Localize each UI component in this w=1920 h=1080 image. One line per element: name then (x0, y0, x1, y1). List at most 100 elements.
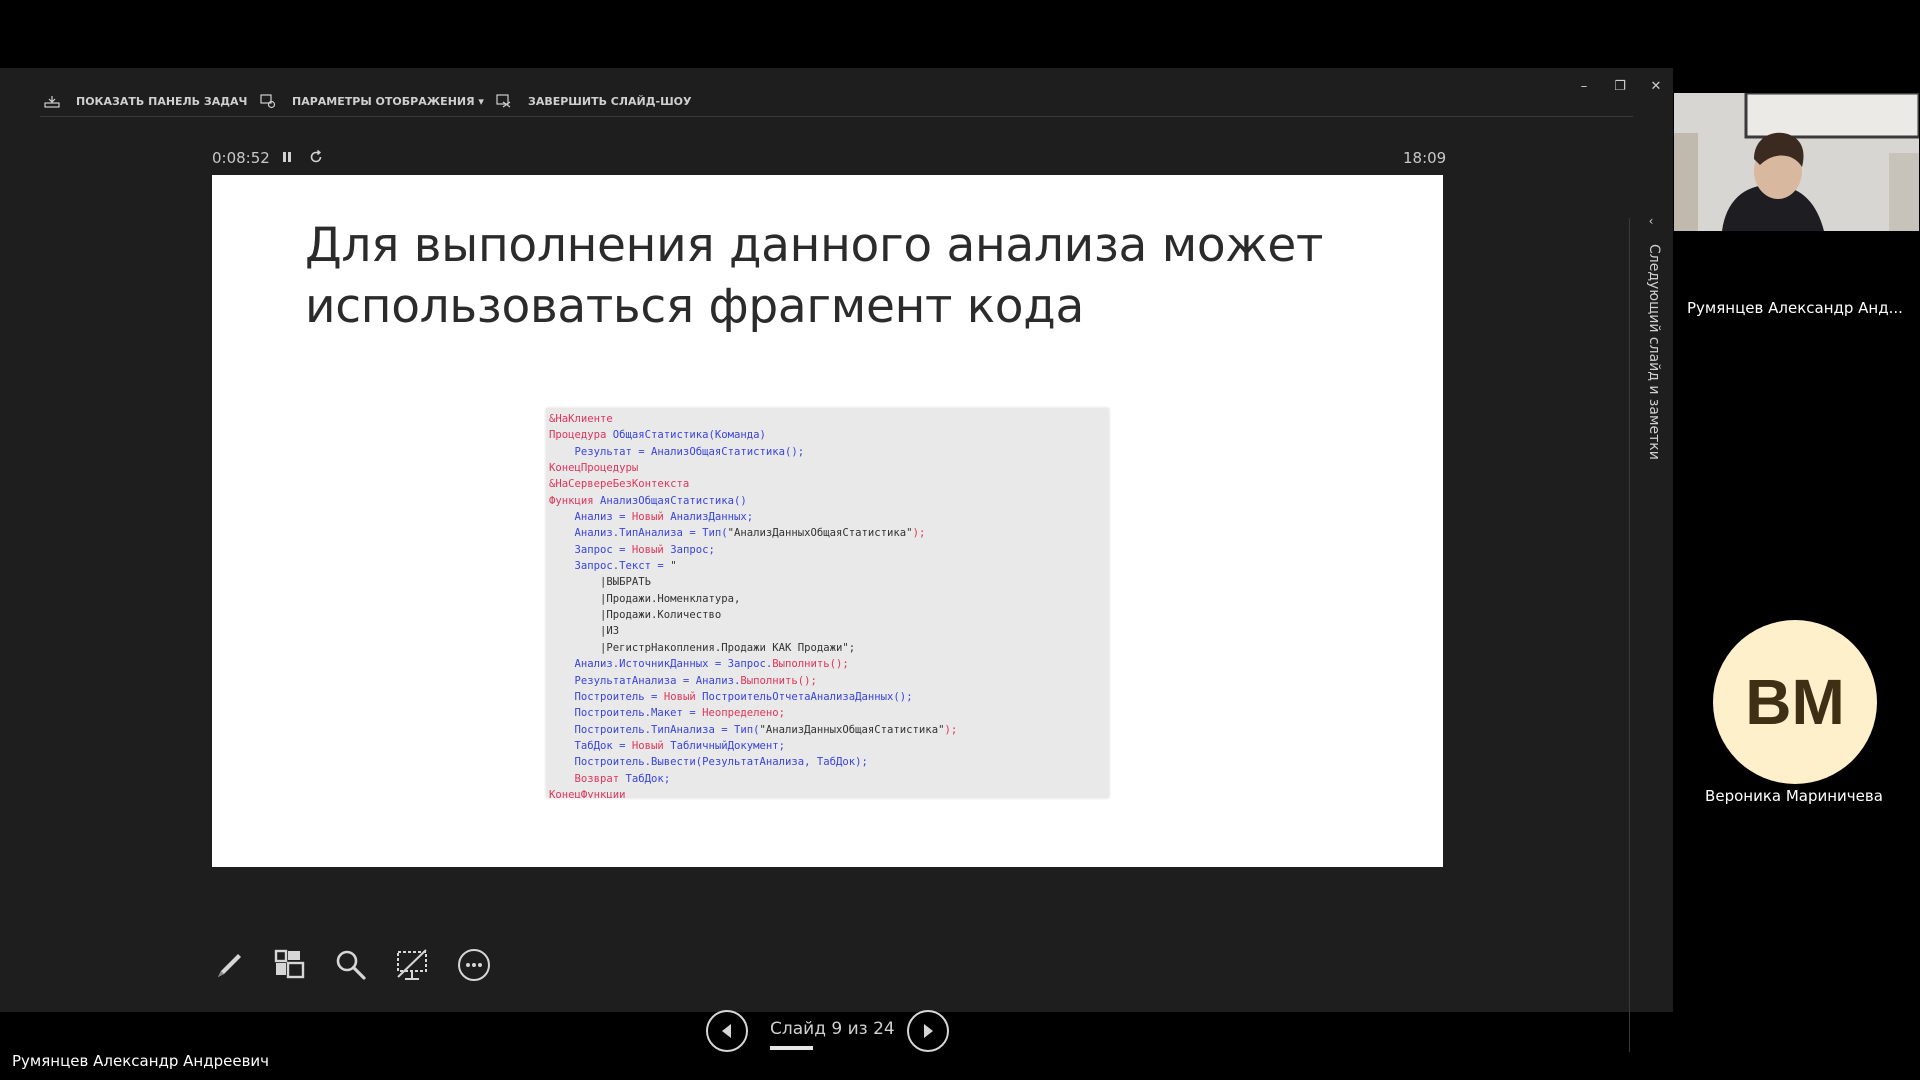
elapsed-timer: 0:08:52 (212, 149, 270, 167)
toolbar-divider (40, 116, 1633, 117)
code-line: &НаКлиенте (549, 411, 957, 427)
code-token: ТабличныйДокумент; (670, 739, 786, 752)
pause-icon[interactable] (276, 146, 298, 168)
end-slideshow-label: ЗАВЕРШИТЬ СЛАЙД-ШОУ (528, 94, 692, 108)
current-slide: Для выполнения данного анализа может исп… (212, 175, 1443, 867)
code-token: Новый (631, 543, 671, 556)
black-screen-icon[interactable] (392, 945, 432, 985)
webcam-image (1674, 93, 1919, 231)
code-token: РезультатАнализа = Анализ. (549, 674, 741, 687)
code-token: Запрос = (549, 543, 632, 556)
taskbar-icon (44, 96, 60, 108)
participant-name: Вероника Мариничева (1705, 787, 1883, 805)
code-line: Запрос = Новый Запрос; (549, 542, 957, 558)
code-token: Новый (631, 739, 671, 752)
code-line: Возврат ТабДок; (549, 771, 957, 787)
code-token: Процедура (549, 429, 613, 442)
code-token: |РегистрНакопления.Продажи КАК Продажи"; (549, 641, 856, 654)
code-token: " (670, 560, 677, 573)
code-token: Построитель.Макет = (549, 707, 703, 720)
code-token: ТабДок; (625, 772, 671, 785)
code-token: Запрос.Текст = (549, 560, 671, 573)
next-slide-notes-label[interactable]: Следующий слайд и заметки (1642, 244, 1662, 484)
code-token: |Продажи.Количество (549, 609, 722, 622)
next-slide-button[interactable] (907, 1010, 949, 1052)
avatar-initials: ВМ (1745, 666, 1845, 738)
code-line: &НаСервереБезКонтекста (549, 476, 957, 492)
code-lines: &НаКлиенте Процедура ОбщаяСтатистика(Кома… (549, 411, 957, 798)
code-token: Построитель.ТипАнализа = Тип( (549, 723, 760, 736)
code-token: Анализ.ТипАнализа = Тип( (549, 527, 728, 540)
display-settings-button[interactable]: ПАРАМЕТРЫ ОТОБРАЖЕНИЯ ▾ (260, 90, 484, 112)
participant-video[interactable] (1674, 93, 1919, 231)
show-taskbar-button[interactable]: ПОКАЗАТЬ ПАНЕЛЬ ЗАДАЧ (44, 90, 247, 112)
code-line: КонецПроцедуры (549, 460, 957, 476)
code-token: Результат = АнализОбщаяСтатистика(); (549, 445, 805, 458)
next-arrow-icon (924, 1024, 933, 1038)
code-token: Новый (663, 690, 703, 703)
code-line: Построитель.Вывести(РезультатАнализа, Та… (549, 754, 957, 770)
code-token: |Продажи.Номенклатура, (549, 592, 741, 605)
minimize-button[interactable]: – (1572, 74, 1596, 98)
all-slides-icon[interactable] (270, 945, 310, 985)
code-token: Построитель.Вывести(РезультатАнализа, Та… (549, 756, 868, 769)
code-line: ТабДок = Новый ТабличныйДокумент; (549, 738, 957, 754)
code-line: Построитель.Макет = Неопределено; (549, 705, 957, 721)
zoom-icon[interactable] (331, 945, 371, 985)
avatar[interactable]: ВМ (1713, 620, 1877, 784)
code-token: Анализ = (549, 511, 632, 524)
code-token: ОбщаяСтатистика(Команда) (612, 429, 766, 442)
code-token: ТабДок = (549, 739, 632, 752)
display-settings-icon (260, 94, 276, 109)
code-token: КонецПроцедуры (549, 462, 639, 475)
code-token: &НаСервереБезКонтекста (549, 478, 690, 491)
code-token: Неопределено; (702, 707, 785, 720)
slide-progress-bar (770, 1046, 884, 1050)
code-token: Новый (631, 511, 671, 524)
code-token: "АнализДанныхОбщаяСтатистика" (759, 723, 945, 736)
presenter-view: ПОКАЗАТЬ ПАНЕЛЬ ЗАДАЧ ПАРАМЕТРЫ ОТОБРАЖЕ… (0, 68, 1673, 1052)
code-token: Выполнить(); (772, 658, 849, 671)
code-token: |ВЫБРАТЬ (549, 576, 652, 589)
display-settings-label: ПАРАМЕТРЫ ОТОБРАЖЕНИЯ ▾ (292, 94, 484, 108)
code-token: ПостроительОтчетаАнализаДанных(); (702, 690, 913, 703)
code-token: Построитель = (549, 690, 664, 703)
code-token: Функция (549, 494, 601, 507)
code-line: |ИЗ (549, 623, 957, 639)
code-line: Функция АнализОбщаяСтатистика() (549, 493, 957, 509)
code-token: Запрос; (670, 543, 715, 556)
slide-counter[interactable]: Слайд 9 из 24 (770, 1019, 895, 1039)
code-line: |Продажи.Количество (549, 607, 957, 623)
code-line: РезультатАнализа = Анализ.Выполнить(); (549, 673, 957, 689)
code-token: ); (944, 723, 958, 736)
previous-arrow-icon (722, 1024, 731, 1038)
pen-icon[interactable] (210, 945, 250, 985)
code-token: |ИЗ (549, 625, 620, 638)
code-line: Анализ.ТипАнализа = Тип("АнализДанныхОбщ… (549, 525, 957, 541)
code-line: Запрос.Текст = " (549, 558, 957, 574)
code-line: Анализ.ИсточникДанных = Запрос.Выполнить… (549, 656, 957, 672)
slide-title: Для выполнения данного анализа может исп… (305, 218, 1324, 334)
chevron-left-icon[interactable]: ‹ (1644, 214, 1658, 228)
slide-progress-fill (770, 1046, 813, 1050)
participant-name: Румянцев Александр Анд... (1687, 299, 1903, 317)
code-line: Процедура ОбщаяСтатистика(Команда) (549, 427, 957, 443)
code-token: Анализ.ИсточникДанных = Запрос. (549, 658, 773, 671)
code-token: КонецФункции (549, 788, 626, 798)
code-token: &НаКлиенте (549, 413, 613, 425)
previous-slide-button[interactable] (706, 1010, 748, 1052)
restore-button[interactable]: ❐ (1608, 74, 1632, 98)
clock: 18:09 (1403, 149, 1447, 167)
code-token: Возврат (549, 772, 626, 785)
code-line: Анализ = Новый АнализДанных; (549, 509, 957, 525)
more-options-icon[interactable] (454, 945, 494, 985)
code-line: КонецФункции (549, 787, 957, 798)
code-line: Построитель.ТипАнализа = Тип("АнализДанн… (549, 722, 958, 738)
end-slideshow-button[interactable]: ЗАВЕРШИТЬ СЛАЙД-ШОУ (496, 90, 692, 112)
code-token: "АнализДанныхОбщаяСтатистика" (727, 527, 913, 540)
reset-icon[interactable] (305, 146, 327, 168)
code-token: АнализДанных; (670, 511, 754, 524)
close-button[interactable]: ✕ (1644, 74, 1668, 98)
code-line: |РегистрНакопления.Продажи КАК Продажи"; (549, 640, 957, 656)
code-token: АнализОбщаяСтатистика() (600, 494, 747, 507)
